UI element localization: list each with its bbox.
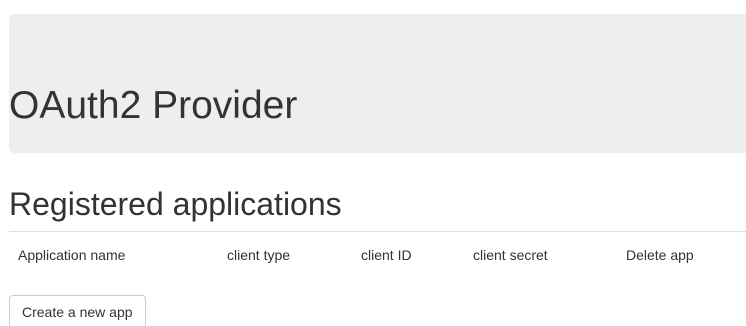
column-header-client-secret: client secret (473, 247, 548, 263)
applications-table: Application name client type client ID c… (9, 231, 746, 278)
section-heading: Registered applications (9, 186, 342, 222)
column-header-client-id: client ID (361, 247, 412, 263)
create-new-app-button[interactable]: Create a new app (9, 295, 146, 326)
table-header-row: Application name client type client ID c… (9, 232, 746, 279)
column-header-application-name: Application name (18, 247, 126, 263)
page-title: OAuth2 Provider (9, 84, 298, 127)
page: OAuth2 Provider Registered applications … (0, 0, 746, 326)
column-header-delete-app: Delete app (626, 247, 694, 263)
column-header-client-type: client type (227, 247, 291, 263)
header-banner: OAuth2 Provider (9, 14, 746, 153)
